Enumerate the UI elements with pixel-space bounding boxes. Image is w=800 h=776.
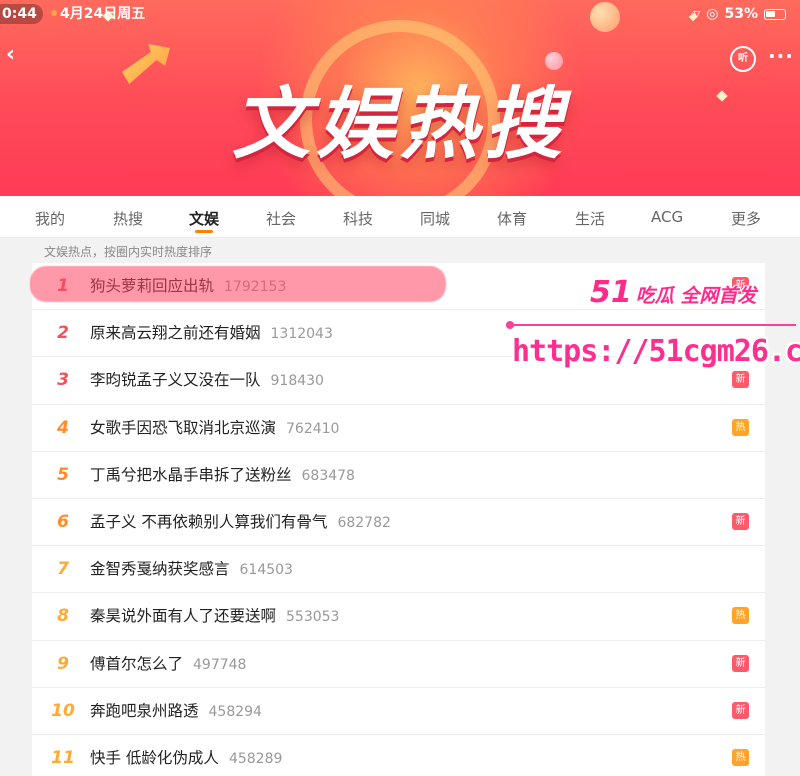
heat-count: 762410 [286, 420, 340, 437]
topic-text-wrap: 快手 低龄化伪成人 458289 [90, 735, 282, 776]
highlight-mark [30, 266, 446, 302]
banner: 文娱热搜 0:44 4月24日周五 ▿ ◎ 53% ‹ 听 ··· [0, 0, 800, 196]
topic-title: 金智秀戛纳获奖感言 [90, 560, 230, 579]
topic-text-wrap: 金智秀戛纳获奖感言 614503 [90, 546, 293, 594]
heat-count: 918430 [270, 373, 324, 390]
topic-text-wrap: 丁禹兮把水晶手串拆了送粉丝 683478 [90, 452, 355, 500]
tab-life[interactable]: 生活 [575, 208, 605, 229]
back-button[interactable]: ‹ [6, 44, 28, 66]
dot-icon [51, 10, 57, 16]
topic-text-wrap: 原来高云翔之前还有婚姻 1312043 [90, 310, 333, 358]
status-right: ▿ ◎ 53% [693, 4, 786, 24]
heat-count: 497748 [193, 656, 247, 673]
tab-hot-search[interactable]: 热搜 [113, 208, 143, 229]
heat-count: 683478 [301, 467, 355, 484]
topic-title: 李昀锐孟子义又没在一队 [90, 371, 261, 390]
battery-icon [764, 8, 786, 20]
rank-number: 7 [57, 559, 69, 580]
banner-title: 文娱热搜 [231, 80, 568, 170]
topic-title: 秦昊说外面有人了还要送啊 [90, 607, 277, 626]
tab-sports[interactable]: 体育 [497, 208, 527, 229]
chevron-left-icon: ‹ [6, 42, 16, 67]
rank-number: 9 [57, 653, 69, 674]
tab-tech[interactable]: 科技 [343, 208, 373, 229]
new-badge: 新 [732, 512, 749, 530]
status-time: 0:44 [0, 4, 43, 24]
rank-number: 8 [57, 606, 69, 627]
topic-title: 快手 低龄化伪成人 [90, 748, 219, 767]
lock-rotation-icon: ◎ [706, 6, 719, 22]
rank-number: 11 [51, 747, 75, 768]
topic-title: 原来高云翔之前还有婚姻 [90, 324, 261, 343]
rank-number: 3 [57, 370, 69, 391]
tab-acg[interactable]: ACG [651, 208, 683, 226]
topic-title: 孟子义 不再依赖别人算我们有骨气 [90, 512, 328, 531]
listen-button[interactable]: 听 [730, 46, 756, 72]
hot-badge: 热 [732, 748, 749, 766]
watermark-brand: 51 吃瓜 全网首发 [590, 275, 756, 310]
topic-text-wrap: 孟子义 不再依赖别人算我们有骨气 682782 [90, 499, 391, 547]
wifi-icon: ▿ [693, 6, 701, 22]
topic-text-wrap: 傅首尔怎么了 497748 [90, 641, 246, 689]
list-item[interactable]: 5 丁禹兮把水晶手串拆了送粉丝 683478 [32, 452, 765, 499]
watermark-divider [506, 321, 796, 329]
rank-number: 10 [51, 700, 75, 721]
more-button[interactable]: ··· [768, 44, 794, 68]
watermark-url: https://51cgm26.com [512, 334, 800, 369]
list-item[interactable]: 7 金智秀戛纳获奖感言 614503 [32, 546, 765, 594]
topic-text-wrap: 李昀锐孟子义又没在一队 918430 [90, 357, 324, 405]
rank-number: 2 [57, 323, 69, 344]
category-tabs: 我的 热搜 文娱 社会 科技 同城 体育 生活 ACG 更多 [0, 196, 800, 238]
topic-title: 丁禹兮把水晶手串拆了送粉丝 [90, 465, 292, 484]
tab-mine[interactable]: 我的 [35, 208, 65, 229]
topic-title: 奔跑吧泉州路透 [90, 701, 199, 720]
rank-number: 6 [57, 511, 69, 532]
watermark-brand-num: 51 [590, 275, 632, 310]
watermark-brand-text: 吃瓜 全网首发 [635, 285, 757, 307]
topic-text-wrap: 秦昊说外面有人了还要送啊 553053 [90, 593, 339, 641]
heat-count: 682782 [337, 514, 391, 531]
heat-count: 458289 [228, 750, 283, 767]
new-badge: 新 [732, 371, 749, 389]
list-item[interactable]: 6 孟子义 不再依赖别人算我们有骨气 682782 新 [32, 499, 765, 547]
active-tab-indicator [195, 230, 213, 233]
list-item[interactable]: 9 傅首尔怎么了 497748 新 [32, 641, 765, 688]
tab-more[interactable]: 更多 [731, 208, 761, 229]
topic-text-wrap: 奔跑吧泉州路透 458294 [90, 688, 262, 736]
heat-count: 1312043 [270, 326, 333, 343]
tab-local[interactable]: 同城 [420, 208, 450, 229]
list-subheading: 文娱热点，按圈内实时热度排序 [44, 245, 213, 259]
rank-number: 5 [57, 464, 69, 485]
list-item[interactable]: 11 快手 低龄化伪成人 458289 热 [32, 735, 765, 776]
heat-count: 458294 [208, 703, 262, 720]
topic-text-wrap: 女歌手因恐飞取消北京巡演 762410 [90, 405, 339, 453]
list-item[interactable]: 4 女歌手因恐飞取消北京巡演 762410 热 [32, 405, 765, 452]
status-date-wrap: 4月24日周五 [48, 4, 145, 24]
tab-entertainment[interactable]: 文娱 [189, 208, 219, 229]
battery-percent: 53% [724, 6, 758, 22]
heat-count: 553053 [286, 609, 340, 626]
hot-badge: 热 [732, 607, 749, 625]
hot-badge: 热 [732, 418, 749, 436]
topic-title: 傅首尔怎么了 [90, 654, 184, 673]
headphone-icon-label: 听 [738, 53, 748, 64]
status-bar: 0:44 4月24日周五 ▿ ◎ 53% [0, 4, 800, 26]
rank-number: 4 [57, 417, 69, 438]
new-badge: 新 [732, 701, 749, 719]
list-item[interactable]: 8 秦昊说外面有人了还要送啊 553053 热 [32, 593, 765, 641]
topic-title: 女歌手因恐飞取消北京巡演 [90, 418, 277, 437]
list-item[interactable]: 10 奔跑吧泉州路透 458294 新 [32, 688, 765, 735]
new-badge: 新 [732, 654, 749, 672]
status-date: 4月24日周五 [60, 6, 146, 22]
more-icon: ··· [768, 44, 794, 68]
heat-count: 614503 [239, 562, 293, 579]
tab-society[interactable]: 社会 [266, 208, 296, 229]
